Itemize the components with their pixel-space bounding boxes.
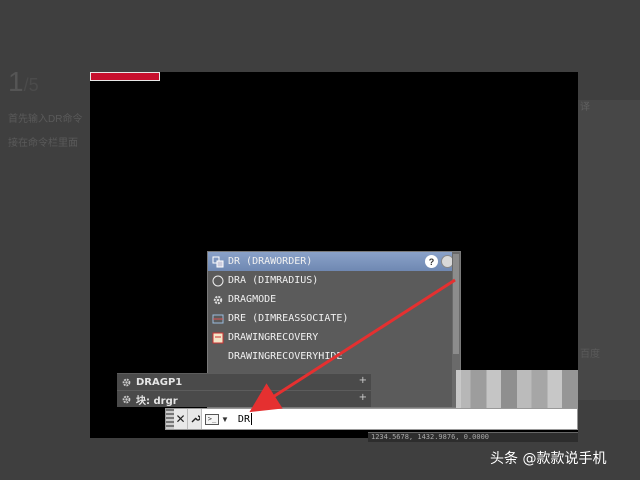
gear-icon	[120, 376, 132, 388]
wrench-icon	[191, 415, 200, 423]
gear-icon	[211, 293, 224, 306]
instruction-line-2: 接在命令栏里面	[8, 138, 78, 149]
customize-button[interactable]	[188, 409, 202, 429]
dimradius-icon	[211, 274, 224, 287]
drawingrecovery-icon	[211, 331, 224, 344]
help-icon[interactable]: ?	[425, 255, 438, 268]
drag-handle[interactable]	[166, 409, 174, 429]
step-total: /5	[23, 75, 39, 95]
instruction-line-1: 首先输入DR命令	[8, 114, 83, 125]
expand-icon[interactable]: +	[359, 375, 367, 386]
block-icon	[120, 393, 132, 405]
prompt-icon: >_	[205, 413, 219, 425]
close-button[interactable]: ✕	[174, 409, 188, 429]
autocomplete-item-dragmode[interactable]: DRAGMODE	[208, 290, 460, 309]
autocomplete-item-label: DRAGMODE	[228, 294, 277, 305]
text-caret	[250, 413, 252, 425]
right-side-label: 译	[580, 102, 590, 113]
command-line-bar[interactable]: ✕ >_ ▼ DR	[165, 408, 578, 430]
history-row-block[interactable]: 块: drgr +	[117, 390, 371, 407]
autocomplete-item-label: DRE (DIMREASSOCIATE)	[228, 313, 349, 324]
autocomplete-item-dimreassociate[interactable]: DRE (DIMREASSOCIATE)	[208, 309, 460, 328]
recent-commands-button[interactable]: >_ ▼	[202, 413, 232, 425]
history-row-dragp1[interactable]: DRAGP1 +	[117, 373, 371, 390]
blank-icon	[211, 350, 224, 363]
autocomplete-item-draworder[interactable]: DR (DRAWORDER) ?	[208, 252, 460, 271]
right-side-logo: 百度	[580, 349, 600, 360]
watermark-text: 头条 @款款说手机	[490, 451, 607, 467]
expand-icon[interactable]: +	[359, 392, 367, 403]
autocomplete-item-label: DR (DRAWORDER)	[228, 256, 313, 267]
autocomplete-item-label: DRA (DIMRADIUS)	[228, 275, 319, 286]
autocomplete-item-label: DRAWINGRECOVERY	[228, 332, 319, 343]
command-input[interactable]: DR	[232, 409, 577, 429]
history-row-label: DRAGP1	[136, 376, 183, 388]
step-counter: 1/5	[8, 66, 39, 98]
history-row-label: 块: drgr	[136, 395, 178, 407]
draworder-icon	[211, 255, 224, 268]
autocomplete-item-drawingrecovery[interactable]: DRAWINGRECOVERY	[208, 328, 460, 347]
dimreassociate-icon	[211, 312, 224, 325]
autocomplete-item-drawingrecoveryhide[interactable]: DRAWINGRECOVERYHIDE	[208, 347, 460, 366]
coordinates-status-bar: 1234.5678, 1432.9876, 0.0000	[368, 432, 578, 442]
command-input-value: DR	[237, 413, 250, 425]
autocomplete-item-label: DRAWINGRECOVERYHIDE	[228, 351, 343, 362]
chevron-down-icon: ▼	[221, 414, 229, 424]
red-title-bar	[90, 72, 160, 81]
autocomplete-item-dimradius[interactable]: DRA (DIMRADIUS)	[208, 271, 460, 290]
step-number: 1	[8, 66, 24, 97]
popup-scrollbar-thumb[interactable]	[453, 254, 459, 354]
